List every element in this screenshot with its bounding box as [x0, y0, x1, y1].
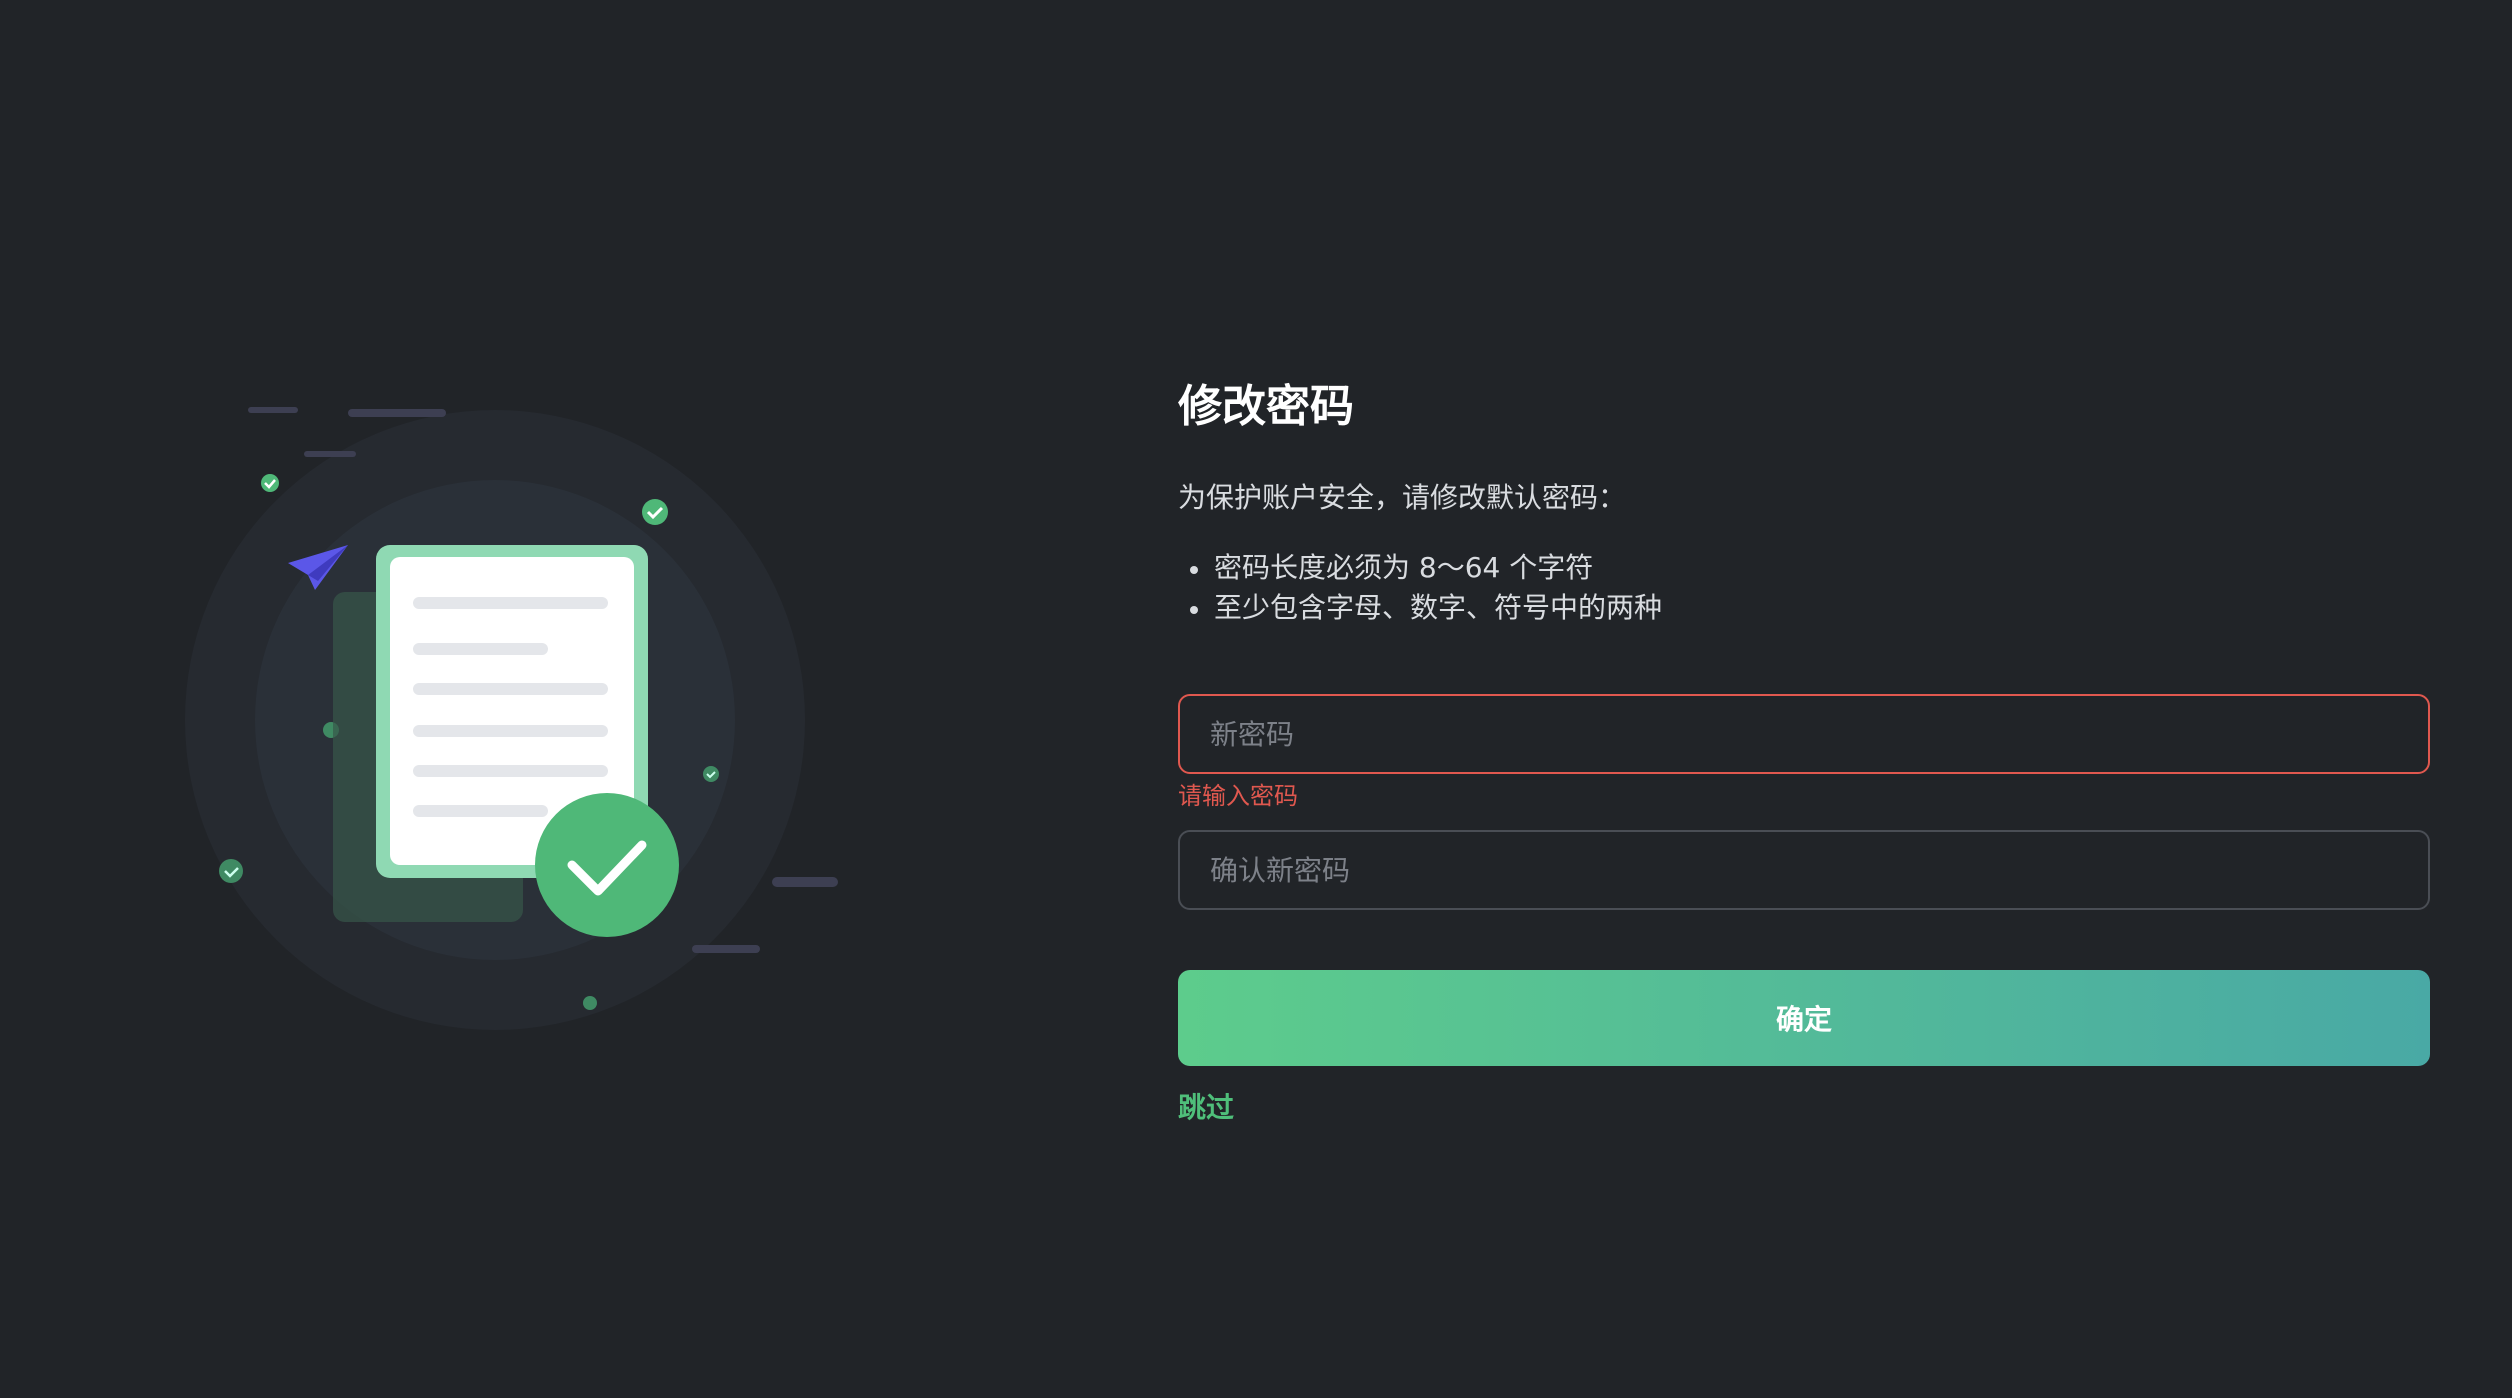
change-password-form: 修改密码 为保护账户安全，请修改默认密码： 密码长度必须为 8～64 个字符 至…	[1178, 372, 2430, 1128]
confirm-button[interactable]: 确定	[1178, 970, 2430, 1066]
check-circle-icon	[535, 793, 679, 937]
check-dot-icon	[703, 766, 719, 782]
new-password-error: 请输入密码	[1178, 782, 1298, 810]
skip-link[interactable]: 跳过	[1178, 1088, 1234, 1128]
new-password-input[interactable]	[1178, 694, 2430, 774]
check-dot-icon	[583, 996, 597, 1010]
password-rule-length: 密码长度必须为 8～64 个字符	[1178, 548, 2430, 588]
check-dot-icon	[642, 499, 668, 525]
change-password-page: 修改密码 为保护账户安全，请修改默认密码： 密码长度必须为 8～64 个字符 至…	[0, 0, 2512, 1398]
illustration	[170, 385, 870, 1045]
page-title: 修改密码	[1178, 381, 1354, 432]
check-dot-icon	[219, 859, 243, 883]
check-dot-icon	[261, 474, 279, 492]
confirm-password-input[interactable]	[1178, 830, 2430, 910]
password-rule-composition: 至少包含字母、数字、符号中的两种	[1178, 588, 2430, 628]
password-rules: 密码长度必须为 8～64 个字符 至少包含字母、数字、符号中的两种	[1178, 548, 2430, 628]
form-description: 为保护账户安全，请修改默认密码：	[1178, 481, 1627, 514]
